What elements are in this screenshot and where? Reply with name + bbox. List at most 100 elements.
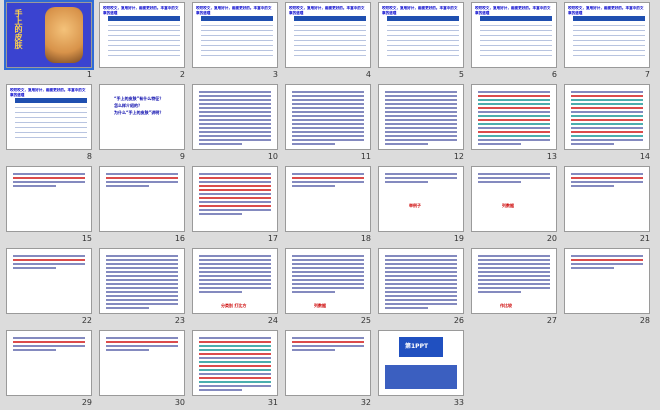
- slide-preview[interactable]: [564, 84, 650, 150]
- slide-thumbnail-20[interactable]: 列数据 20: [469, 164, 563, 246]
- slide-body-text: [106, 173, 178, 225]
- text-line: [571, 91, 643, 93]
- slide-preview[interactable]: [99, 166, 185, 232]
- slide-preview[interactable]: 咬咬咬文，复用好计，画面更好的。丰富中的文章的道理: [99, 2, 185, 68]
- question-line: 怎么样介绍的？: [114, 103, 142, 108]
- slide-preview[interactable]: 咬咬咬文，复用好计，画面更好的。丰富中的文章的道理: [471, 2, 557, 68]
- slide-preview[interactable]: [564, 248, 650, 314]
- slide-preview[interactable]: 举例子: [378, 166, 464, 232]
- slide-thumbnail-12[interactable]: 12: [376, 82, 470, 164]
- slide-thumbnail-15[interactable]: 15: [4, 164, 98, 246]
- text-line: [292, 349, 336, 351]
- slide-preview[interactable]: 第1PPT: [378, 330, 464, 396]
- slide-thumbnail-7[interactable]: 咬咬咬文，复用好计，画面更好的。丰富中的文章的道理 7: [562, 0, 656, 82]
- text-line: [571, 173, 643, 175]
- slide-preview[interactable]: 分类别 打比方: [192, 248, 278, 314]
- text-line: [106, 185, 150, 187]
- text-line: [292, 283, 364, 285]
- slide-preview[interactable]: [6, 166, 92, 232]
- text-line: [571, 185, 615, 187]
- slide-preview[interactable]: [192, 84, 278, 150]
- slide-preview[interactable]: 咬咬咬文，复用好计，画面更好的。丰富中的文章的道理: [192, 2, 278, 68]
- slide-thumbnail-3[interactable]: 咬咬咬文，复用好计，画面更好的。丰富中的文章的道理 3: [190, 0, 284, 82]
- slide-thumbnail-8[interactable]: 咬咬咬文，复用好计，画面更好的。丰富中的文章的道理 8: [4, 82, 98, 164]
- text-line: [13, 267, 57, 269]
- slide-thumbnail-5[interactable]: 咬咬咬文，复用好计，画面更好的。丰富中的文章的道理 5: [376, 0, 470, 82]
- slide-preview[interactable]: 咬咬咬文，复用好计，画面更好的。丰富中的文章的道理: [378, 2, 464, 68]
- text-line: [199, 213, 243, 215]
- slide-preview[interactable]: 列数据: [471, 166, 557, 232]
- slide-thumbnail-4[interactable]: 咬咬咬文，复用好计，画面更好的。丰富中的文章的道理 4: [283, 0, 377, 82]
- slide-thumbnail-27[interactable]: 作比较 27: [469, 246, 563, 328]
- slide-thumbnail-30[interactable]: 30: [97, 328, 191, 410]
- slide-thumbnail-21[interactable]: 21: [562, 164, 656, 246]
- slide-thumbnail-16[interactable]: 16: [97, 164, 191, 246]
- slide-preview[interactable]: 咬咬咬文，复用好计，画面更好的。丰富中的文章的道理: [6, 84, 92, 150]
- text-line: [106, 267, 178, 269]
- slide-thumbnail-28[interactable]: 28: [562, 246, 656, 328]
- text-line: [385, 177, 457, 179]
- slide-preview[interactable]: [378, 84, 464, 150]
- slide-preview[interactable]: [99, 330, 185, 396]
- slide-thumbnail-13[interactable]: 13: [469, 82, 563, 164]
- slide-thumbnail-31[interactable]: 31: [190, 328, 284, 410]
- slide-thumbnail-17[interactable]: 17: [190, 164, 284, 246]
- slide-thumbnail-24[interactable]: 分类别 打比方 24: [190, 246, 284, 328]
- slide-body-text: [13, 337, 85, 389]
- slide-thumbnail-2[interactable]: 咬咬咬文，复用好计，画面更好的。丰富中的文章的道理 2: [97, 0, 191, 82]
- slide-thumbnail-10[interactable]: 10: [190, 82, 284, 164]
- slide-thumbnail-25[interactable]: 列数据 25: [283, 246, 377, 328]
- text-line: [385, 173, 457, 175]
- slide-preview[interactable]: [192, 166, 278, 232]
- slide-preview[interactable]: [285, 330, 371, 396]
- slide-thumbnail-6[interactable]: 咬咬咬文，复用好计，画面更好的。丰富中的文章的道理 6: [469, 0, 563, 82]
- text-line: [571, 177, 643, 179]
- text-line: [385, 115, 457, 117]
- slide-table: [573, 16, 645, 61]
- text-line: [385, 123, 457, 125]
- slide-preview[interactable]: [471, 84, 557, 150]
- slide-thumbnail-29[interactable]: 29: [4, 328, 98, 410]
- text-line: [199, 389, 243, 391]
- slide-preview[interactable]: 手上的皮肤: [4, 0, 94, 70]
- slide-preview[interactable]: [378, 248, 464, 314]
- slide-thumbnail-1[interactable]: 手上的皮肤 1: [4, 0, 98, 82]
- text-line: [106, 263, 178, 265]
- slide-preview[interactable]: [564, 166, 650, 232]
- text-line: [571, 131, 643, 133]
- slide-preview[interactable]: [285, 166, 371, 232]
- slide-thumbnail-33[interactable]: 第1PPT 33: [376, 328, 470, 410]
- text-line: [571, 119, 643, 121]
- slide-thumbnail-32[interactable]: 32: [283, 328, 377, 410]
- text-line: [106, 181, 178, 183]
- slide-body-text: [292, 173, 364, 225]
- slide-preview[interactable]: [6, 330, 92, 396]
- text-line: [478, 103, 550, 105]
- slide-preview[interactable]: [99, 248, 185, 314]
- slide-preview[interactable]: [192, 330, 278, 396]
- slide-preview[interactable]: 列数据: [285, 248, 371, 314]
- slide-preview[interactable]: 咬咬咬文，复用好计，画面更好的。丰富中的文章的道理: [564, 2, 650, 68]
- slide-body-text: [571, 91, 643, 145]
- slide-thumbnail-9[interactable]: “手上的皮肤”有什么特征？ 怎么样介绍的？ 为什么“手上的皮肤”讲明？ 9: [97, 82, 191, 164]
- slide-preview[interactable]: 咬咬咬文，复用好计，画面更好的。丰富中的文章的道理: [285, 2, 371, 68]
- text-line: [199, 263, 271, 265]
- slide-preview[interactable]: “手上的皮肤”有什么特征？ 怎么样介绍的？ 为什么“手上的皮肤”讲明？: [99, 84, 185, 150]
- slide-thumbnail-18[interactable]: 18: [283, 164, 377, 246]
- method-label: 作比较: [500, 303, 512, 308]
- text-line: [292, 115, 364, 117]
- slide-thumbnail-14[interactable]: 14: [562, 82, 656, 164]
- slide-thumbnail-26[interactable]: 26: [376, 246, 470, 328]
- slide-preview[interactable]: [6, 248, 92, 314]
- slide-preview[interactable]: 作比较: [471, 248, 557, 314]
- slide-thumbnail-22[interactable]: 22: [4, 246, 98, 328]
- slide-preview[interactable]: [285, 84, 371, 150]
- slide-number: 1: [86, 70, 92, 79]
- slide-thumbnail-19[interactable]: 举例子 19: [376, 164, 470, 246]
- slide-thumbnail-23[interactable]: 23: [97, 246, 191, 328]
- text-line: [478, 173, 550, 175]
- slide-thumbnail-11[interactable]: 11: [283, 82, 377, 164]
- slide-body-text: [385, 255, 457, 309]
- text-line: [292, 131, 364, 133]
- text-line: [199, 287, 271, 289]
